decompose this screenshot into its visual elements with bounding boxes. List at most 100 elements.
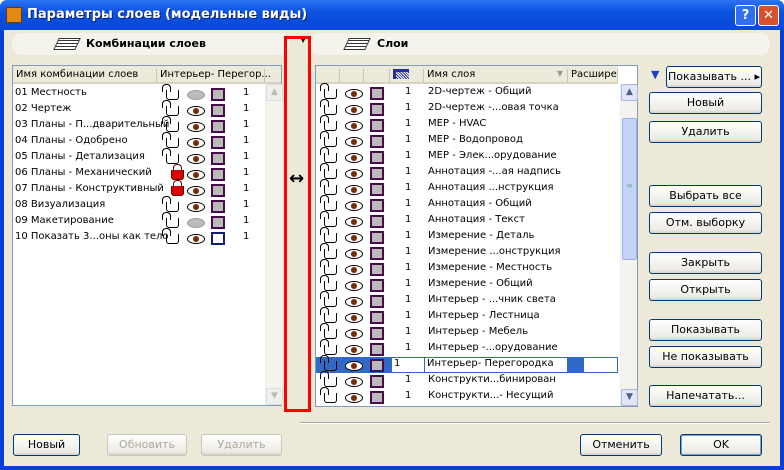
scroll-up-icon[interactable]: ▲ [621,84,638,101]
extension-input[interactable] [584,358,617,372]
model-view-icon[interactable] [211,103,225,119]
delete-layer-button[interactable]: Удалить [649,121,762,143]
model-view-icon[interactable] [370,342,384,358]
list-item[interactable]: 1 Интерьер - ...чник света [316,291,618,310]
eye-icon[interactable] [187,87,205,100]
lock-icon[interactable] [162,196,179,212]
list-item[interactable]: 1 Конструкти...бинирован [316,371,618,389]
scroll-up-icon[interactable]: ▲ [266,84,283,101]
list-item[interactable]: 1 Аннотация -...ая надпись [316,163,618,182]
lock-icon[interactable] [162,228,179,244]
lock-icon[interactable] [162,132,179,148]
update-combination-button[interactable]: Обновить [107,434,187,456]
model-view-icon[interactable] [370,326,384,342]
model-view-icon[interactable] [370,182,384,198]
model-view-icon[interactable] [211,199,225,215]
lock-icon[interactable] [320,243,337,259]
model-view-icon[interactable] [370,358,384,374]
model-view-icon[interactable] [370,230,384,246]
column-intersection-group[interactable] [390,69,424,83]
close-button[interactable]: ✕ [758,5,779,26]
eye-icon[interactable] [345,310,363,323]
list-item[interactable]: 10 Показать 3...оны как тело 1 [13,228,265,246]
eye-icon[interactable] [345,390,363,403]
list-item[interactable]: 04 Планы - Одобрено 1 [13,132,265,151]
eye-icon[interactable] [345,294,363,307]
scroll-down-icon[interactable]: ▼ [621,389,638,406]
eye-icon[interactable] [345,102,363,115]
eye-icon[interactable] [345,86,363,99]
scrollbar[interactable]: ▲ ≡ ▼ [620,84,638,406]
help-button[interactable]: ? [735,5,756,26]
model-view-icon[interactable] [370,166,384,182]
lock-icon[interactable] [320,163,337,179]
lock-icon[interactable] [320,323,337,339]
model-view-icon[interactable] [211,215,225,231]
lock-icon[interactable] [320,307,337,323]
eye-icon[interactable] [345,214,363,227]
column-model[interactable] [364,69,390,83]
column-active-layer[interactable]: Интерьер- Перегор... [157,69,271,83]
list-item[interactable]: 09 Макетирование 1 [13,212,265,231]
eye-icon[interactable] [345,118,363,131]
column-layer-name[interactable]: Имя слоя ▼ [424,69,568,83]
list-item[interactable]: 1 Измерение ...онструкция [316,243,618,261]
model-view-icon[interactable] [370,198,384,214]
model-view-icon[interactable] [370,118,384,134]
eye-icon[interactable] [345,230,363,243]
list-item[interactable]: 1 Интерьер - Лестница [316,307,618,325]
select-all-button[interactable]: Выбрать все [649,185,762,207]
lock-icon[interactable] [320,99,337,115]
eye-icon[interactable] [345,150,363,163]
model-view-icon[interactable] [370,214,384,230]
unlock-button[interactable]: Открыть [649,279,762,301]
delete-combination-button[interactable]: Удалить [201,434,282,456]
intersection-number-input[interactable]: 1 [392,358,424,372]
list-item[interactable]: 1 Интерьер -...орудование [316,339,618,358]
eye-icon[interactable] [187,119,205,132]
eye-icon[interactable] [345,326,363,339]
show-button[interactable]: Показывать [649,319,762,341]
selected-list-item[interactable]: 1 Интерьер- Перегородка [316,355,618,374]
lock-icon[interactable] [320,195,337,211]
model-view-icon[interactable] [370,294,384,310]
lock-icon[interactable] [320,291,337,307]
lock-icon[interactable] [162,100,179,116]
eye-icon[interactable] [187,151,205,164]
lock-icon[interactable] [320,227,337,243]
list-item[interactable]: 06 Планы - Механический 1 [13,164,265,183]
eye-icon[interactable] [187,103,205,116]
lock-icon[interactable] [162,212,179,228]
eye-icon[interactable] [187,167,205,180]
list-item[interactable]: 1 Аннотация - Текст [316,211,618,230]
layer-name-input[interactable]: Интерьер- Перегородка [425,358,567,372]
lock-icon[interactable] [320,83,337,99]
model-view-icon[interactable] [211,119,225,135]
model-view-icon[interactable] [370,134,384,150]
list-item[interactable]: 1 Интерьер - Мебель [316,323,618,342]
deselect-button[interactable]: Отм. выборку [649,212,762,234]
list-item[interactable]: 1 2D-чертеж -...овая точка [316,99,618,117]
lock-icon[interactable] [320,131,337,147]
list-item[interactable]: 1 MEP - Элек...орудование [316,147,618,165]
new-layer-button[interactable]: Новый [649,92,762,114]
lock-button[interactable]: Закрыть [649,252,762,274]
hide-button[interactable]: Не показывать [649,346,762,368]
layer-combinations-list[interactable]: Имя комбинации слоев Интерьер- Перегор..… [12,65,283,406]
eye-icon[interactable] [345,358,363,371]
eye-icon[interactable] [345,198,363,211]
list-item[interactable]: 1 Измерение - Местность [316,259,618,278]
print-button[interactable]: Напечатать... [649,385,762,407]
model-view-icon[interactable] [211,87,225,103]
eye-icon[interactable] [345,262,363,275]
model-view-icon[interactable] [370,278,384,294]
lock-icon[interactable] [171,180,184,196]
list-item[interactable]: 07 Планы - Конструктивный 1 [13,180,265,198]
model-view-icon[interactable] [211,167,225,183]
lock-icon[interactable] [320,339,337,355]
eye-icon[interactable] [187,135,205,148]
list-item[interactable]: 03 Планы - П...дварительный 1 [13,116,265,135]
model-view-icon[interactable] [370,262,384,278]
eye-icon[interactable] [345,374,363,387]
model-view-icon[interactable] [211,135,225,151]
